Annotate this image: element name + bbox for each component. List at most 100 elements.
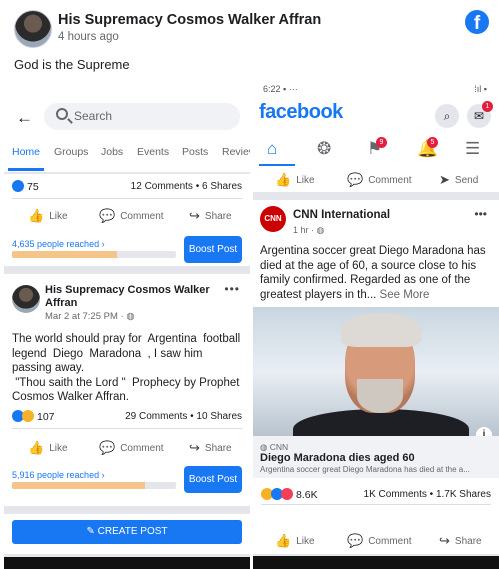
divider bbox=[261, 504, 491, 505]
post-time[interactable]: 4 hours ago bbox=[58, 31, 119, 43]
page-header: ← Search Home Groups Jobs Events Posts R… bbox=[4, 82, 250, 172]
share-icon: ↪ bbox=[439, 533, 450, 548]
search-input[interactable]: Search bbox=[44, 103, 240, 130]
post-time-text: 1 hr · bbox=[293, 225, 317, 235]
like-label: Like bbox=[49, 211, 68, 222]
link-preview[interactable]: ◍ CNN Diego Maradona dies aged 60 Argent… bbox=[253, 436, 499, 478]
more-options-icon[interactable]: ••• bbox=[224, 282, 240, 296]
sad-reaction-icon bbox=[22, 410, 34, 422]
comment-button[interactable]: 💬 Comment bbox=[347, 533, 412, 549]
reaction-summary[interactable]: 75 bbox=[12, 180, 39, 193]
messenger-button[interactable]: ✉ 1 bbox=[467, 101, 493, 128]
tab-home[interactable]: Home bbox=[12, 146, 40, 158]
flag-badge: 9 bbox=[376, 137, 387, 148]
like-reaction-icon bbox=[12, 180, 24, 192]
reaction-count: 8.6K bbox=[296, 489, 318, 501]
tab-groups[interactable]: Groups bbox=[54, 146, 88, 158]
comment-icon: 💬 bbox=[99, 208, 116, 223]
status-icons-left: ▪ ··· bbox=[283, 84, 298, 94]
post-caption: God is the Supreme bbox=[14, 57, 130, 72]
tab-jobs[interactable]: Jobs bbox=[101, 146, 123, 158]
comment-button[interactable]: 💬 Comment bbox=[99, 208, 164, 224]
status-icons-right: ⁞ıl ▪ bbox=[474, 84, 487, 94]
like-button[interactable]: 👍 Like bbox=[28, 440, 68, 456]
post-text: The world should pray for Argentina foot… bbox=[12, 333, 241, 403]
outer-post-header: His Supremacy Cosmos Walker Affran 4 hou… bbox=[0, 0, 499, 90]
post-photo[interactable]: i bbox=[253, 307, 499, 436]
post-card-2: His Supremacy Cosmos Walker Affran Mar 2… bbox=[4, 274, 250, 506]
like-icon: 👍 bbox=[275, 533, 292, 548]
comment-share-stats[interactable]: 1K Comments • 1.7K Shares bbox=[364, 489, 491, 500]
more-options-icon[interactable]: ••• bbox=[474, 207, 487, 221]
flag-icon[interactable]: ⚑ 9 bbox=[367, 137, 387, 159]
share-icon: ↪ bbox=[189, 440, 200, 455]
right-screenshot: 6:22 ▪ ··· ⁞ıl ▪ facebook ⌕ ✉ 1 ⌂ ❂ ⚑ 9 🔔 5… bbox=[253, 82, 499, 569]
send-label: Send bbox=[454, 175, 479, 186]
like-button[interactable]: 👍 Like bbox=[275, 172, 315, 188]
comment-button[interactable]: 💬 Comment bbox=[99, 440, 164, 456]
info-icon[interactable]: i bbox=[476, 427, 492, 436]
search-placeholder: Search bbox=[74, 109, 113, 123]
comment-share-stats[interactable]: 12 Comments • 6 Shares bbox=[131, 181, 242, 192]
search-button[interactable]: ⌕ bbox=[435, 104, 459, 128]
comment-icon: 💬 bbox=[347, 533, 364, 548]
like-icon: 👍 bbox=[28, 440, 45, 455]
reaction-count: 75 bbox=[27, 181, 39, 193]
post-card-1: 75 12 Comments • 6 Shares 👍 Like 💬 Comment… bbox=[4, 174, 250, 266]
menu-icon[interactable]: ☰ bbox=[465, 139, 480, 159]
cnn-avatar[interactable]: CNN bbox=[260, 206, 286, 232]
groups-icon[interactable]: ❂ bbox=[317, 139, 331, 159]
share-label: Share bbox=[204, 211, 232, 222]
active-tab-indicator bbox=[8, 168, 44, 171]
see-more-link[interactable]: See More bbox=[380, 289, 430, 301]
like-label: Like bbox=[49, 443, 68, 454]
comment-share-stats[interactable]: 29 Comments • 10 Shares bbox=[125, 411, 242, 422]
search-icon: ⌕ bbox=[443, 109, 451, 123]
author-name[interactable]: His Supremacy Cosmos Walker Affran bbox=[45, 284, 215, 310]
like-button[interactable]: 👍 Like bbox=[28, 208, 68, 224]
send-button[interactable]: ➤ Send bbox=[439, 172, 478, 188]
comment-icon: 💬 bbox=[347, 172, 364, 187]
share-button[interactable]: ↪ Share bbox=[189, 440, 232, 456]
globe-icon: ◍ bbox=[126, 311, 135, 322]
author-avatar[interactable] bbox=[12, 285, 40, 313]
facebook-logo-icon: f bbox=[465, 10, 489, 34]
status-time: 6:22 ▪ ··· bbox=[263, 84, 298, 94]
post-time[interactable]: 1 hr · ◍ bbox=[293, 225, 324, 236]
author-name[interactable]: His Supremacy Cosmos Walker Affran bbox=[58, 12, 321, 28]
reach-progress-fill bbox=[12, 482, 145, 489]
send-icon: ➤ bbox=[439, 172, 450, 187]
author-name[interactable]: CNN International bbox=[293, 209, 390, 221]
people-reached-link[interactable]: 5,916 people reached › bbox=[12, 470, 105, 480]
reach-progress-bar bbox=[12, 482, 176, 489]
post-time[interactable]: Mar 2 at 7:25 PM · ◍ bbox=[45, 311, 135, 322]
back-arrow-icon[interactable]: ← bbox=[16, 108, 33, 128]
system-navigation-bar bbox=[253, 556, 499, 569]
share-button[interactable]: ↪ Share bbox=[189, 208, 232, 224]
create-post-label: CREATE POST bbox=[97, 526, 168, 537]
tab-review[interactable]: Review bbox=[222, 146, 250, 158]
author-avatar[interactable] bbox=[14, 10, 52, 48]
facebook-wordmark: facebook bbox=[259, 101, 343, 123]
app-header: facebook ⌕ ✉ 1 bbox=[253, 100, 499, 130]
reaction-summary[interactable]: 107 bbox=[12, 410, 55, 423]
wow-reaction-icon bbox=[281, 488, 293, 500]
like-button[interactable]: 👍 Like bbox=[275, 533, 315, 549]
bell-icon[interactable]: 🔔 5 bbox=[417, 137, 438, 159]
globe-icon: ◍ bbox=[316, 225, 325, 235]
screenshot-root: His Supremacy Cosmos Walker Affran 4 hou… bbox=[0, 0, 499, 569]
reaction-summary[interactable]: 8.6K bbox=[261, 488, 318, 501]
tab-posts[interactable]: Posts bbox=[182, 146, 208, 158]
left-screenshot: ← Search Home Groups Jobs Events Posts R… bbox=[4, 82, 250, 569]
home-icon[interactable]: ⌂ bbox=[267, 139, 277, 159]
post-text-body: Argentina soccer great Diego Maradona ha… bbox=[260, 245, 486, 301]
share-label: Share bbox=[454, 536, 482, 547]
boost-post-button[interactable]: Boost Post bbox=[184, 466, 242, 493]
share-button[interactable]: ↪ Share bbox=[439, 533, 482, 549]
comment-button[interactable]: 💬 Comment bbox=[347, 172, 412, 188]
comment-label: Comment bbox=[120, 211, 164, 222]
tab-events[interactable]: Events bbox=[137, 146, 169, 158]
create-post-button[interactable]: ✎ CREATE POST bbox=[12, 520, 242, 544]
people-reached-link[interactable]: 4,635 people reached › bbox=[12, 239, 105, 249]
boost-post-button[interactable]: Boost Post bbox=[184, 236, 242, 263]
